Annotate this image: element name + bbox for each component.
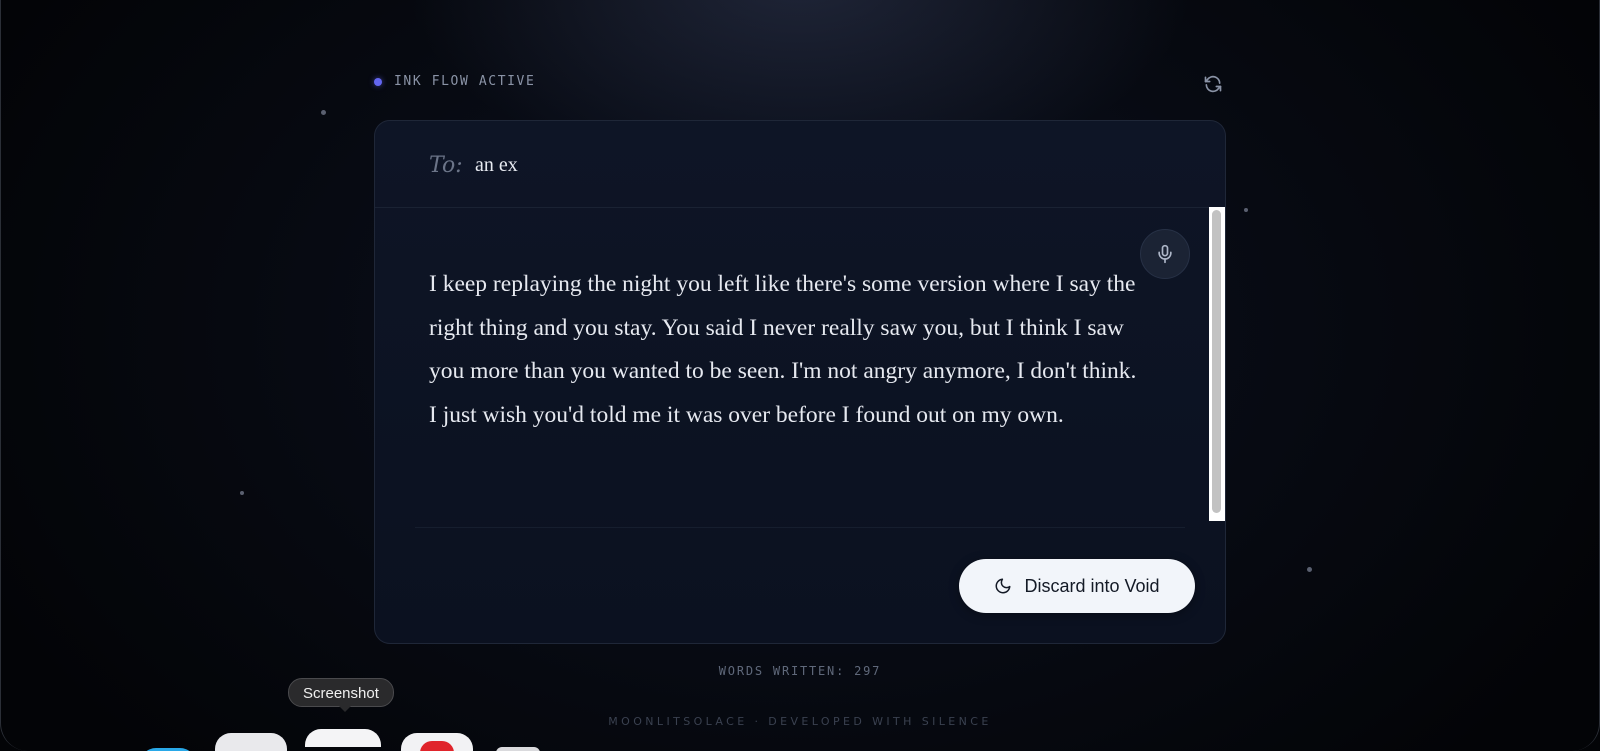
to-label: To:: [429, 153, 463, 178]
dock-app-icon[interactable]: [496, 747, 540, 751]
star: [240, 491, 244, 495]
text-scrollbar[interactable]: [1209, 207, 1225, 521]
tooltip-arrow: [339, 706, 351, 712]
microphone-icon: [1158, 244, 1172, 264]
discard-into-void-button[interactable]: Discard into Void: [959, 559, 1195, 613]
letter-body-textarea[interactable]: I keep replaying the night you left like…: [429, 263, 1149, 437]
screenshot-app-icon[interactable]: [305, 729, 381, 747]
dock-app-icon[interactable]: [420, 741, 454, 751]
divider: [415, 527, 1185, 528]
star: [321, 110, 326, 115]
star: [1244, 208, 1248, 212]
app-screen: INK FLOW ACTIVE To: I keep replaying the…: [0, 0, 1600, 751]
discard-label: Discard into Void: [1024, 575, 1160, 596]
refresh-icon: [1204, 75, 1222, 93]
recipient-row: To:: [375, 121, 1225, 208]
ink-flow-status: INK FLOW ACTIVE: [374, 74, 535, 89]
status-dot: [374, 77, 382, 86]
status-label: INK FLOW ACTIVE: [394, 74, 536, 89]
scrollbar-thumb[interactable]: [1212, 210, 1221, 513]
moon-icon: [995, 578, 1011, 594]
footer-credit: MOONLITSOLACE · DEVELOPED WITH SILENCE: [608, 715, 992, 728]
star: [1307, 567, 1312, 572]
recipient-input[interactable]: [475, 149, 1075, 181]
refresh-button[interactable]: [1203, 74, 1223, 94]
word-count: WORDS WRITTEN: 297: [718, 664, 882, 678]
letter-card: To: I keep replaying the night you left …: [374, 120, 1226, 644]
dock-app-icon[interactable]: [215, 733, 287, 751]
dock-tooltip: Screenshot: [288, 678, 394, 707]
